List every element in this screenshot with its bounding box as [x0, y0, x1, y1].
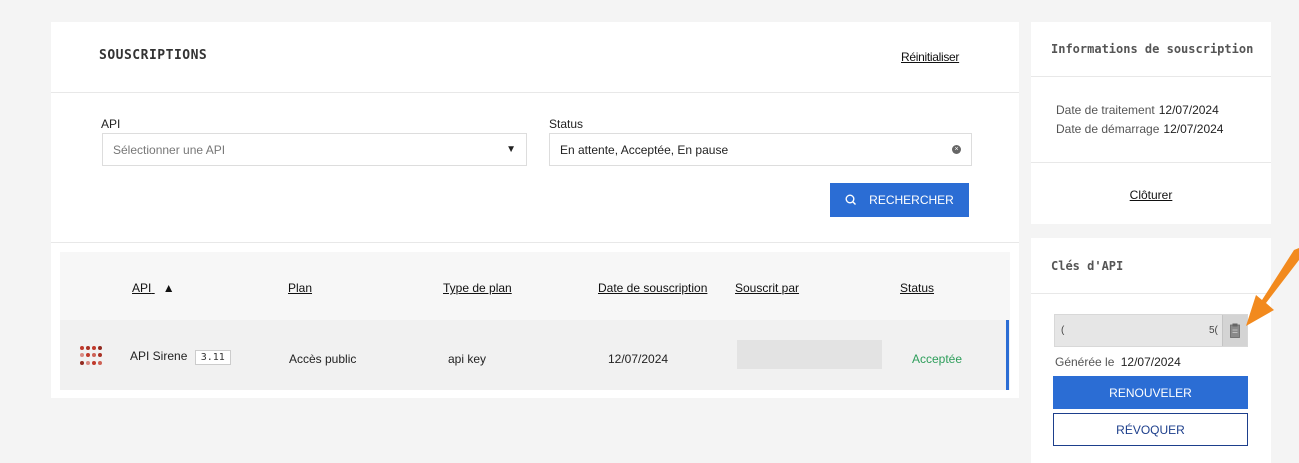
- clear-icon[interactable]: ×: [952, 145, 961, 154]
- column-header-api[interactable]: API ▲: [132, 281, 175, 295]
- plan-type-cell: api key: [448, 352, 487, 366]
- api-select-placeholder: Sélectionner une API: [113, 142, 226, 157]
- api-filter-label: API: [101, 117, 121, 131]
- clipboard-icon: [1230, 323, 1240, 338]
- reset-link[interactable]: Réinitialiser: [901, 50, 959, 64]
- divider: [1031, 162, 1271, 163]
- start-date: Date de démarrage 12/07/2024: [1056, 122, 1224, 136]
- divider: [51, 92, 1019, 93]
- close-subscription-link[interactable]: Clôturer: [1031, 188, 1271, 202]
- subscriptions-table: API ▲ Plan Type de plan Date de souscrip…: [60, 252, 1010, 390]
- processing-date: Date de traitement 12/07/2024: [1056, 103, 1219, 117]
- column-header-status[interactable]: Status: [900, 281, 934, 295]
- divider: [51, 242, 1019, 243]
- status-select-value: En attente, Acceptée, En pause: [560, 142, 729, 157]
- column-header-plan[interactable]: Plan: [288, 281, 312, 295]
- column-header-subscribed-by[interactable]: Souscrit par: [735, 281, 799, 295]
- column-header-subscription-date[interactable]: Date de souscription: [598, 281, 707, 295]
- status-select[interactable]: En attente, Acceptée, En pause ×: [549, 133, 972, 166]
- api-select[interactable]: Sélectionner une API ▼: [102, 133, 527, 166]
- revoke-key-button[interactable]: RÉVOQUER: [1053, 413, 1248, 446]
- api-keys-title: Clés d'API: [1051, 259, 1124, 273]
- api-name: API Sirene: [130, 349, 188, 363]
- plan-cell: Accès public: [289, 352, 357, 366]
- subscription-info-title: Informations de souscription: [1051, 42, 1254, 56]
- subscriptions-title: SOUSCRIPTIONS: [99, 48, 208, 63]
- status-filter-label: Status: [549, 117, 584, 131]
- key-generated-date: Générée le 12/07/2024: [1055, 355, 1181, 369]
- divider: [1031, 76, 1271, 77]
- subscription-info-panel: Informations de souscription Date de tra…: [1031, 22, 1271, 224]
- api-keys-panel: Clés d'API ( 5( Générée le 12/07/2024 RE…: [1031, 238, 1271, 463]
- search-icon: [845, 194, 857, 205]
- sort-ascending-icon: ▲: [162, 281, 175, 295]
- search-button-label: RECHERCHER: [869, 193, 954, 207]
- table-row[interactable]: API Sirene 3.11 Accès public api key 12/…: [60, 320, 1010, 390]
- row-selected-indicator: [1006, 320, 1009, 390]
- subscription-date-cell: 12/07/2024: [608, 352, 669, 366]
- subscriptions-panel: SOUSCRIPTIONS Réinitialiser API Sélectio…: [51, 22, 1019, 398]
- renew-key-button[interactable]: RENOUVELER: [1053, 376, 1248, 409]
- subscribed-by-cell: [737, 340, 882, 369]
- chevron-down-icon: ▼: [506, 144, 516, 155]
- api-key-end: 5(: [1209, 325, 1218, 336]
- column-header-plan-type[interactable]: Type de plan: [443, 281, 512, 295]
- api-logo-icon: [80, 346, 102, 366]
- api-name-cell: API Sirene 3.11: [130, 349, 231, 365]
- arrow-annotation-icon: [1246, 248, 1299, 326]
- divider: [1031, 293, 1271, 294]
- search-button[interactable]: RECHERCHER: [830, 183, 969, 217]
- version-badge: 3.11: [194, 350, 231, 365]
- api-key-start: (: [1061, 325, 1065, 336]
- api-key-field[interactable]: ( 5(: [1054, 314, 1248, 347]
- status-badge: Acceptée: [912, 352, 963, 366]
